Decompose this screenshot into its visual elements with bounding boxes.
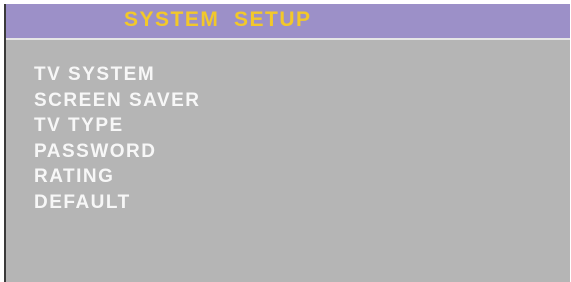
setup-menu-list: TV SYSTEM SCREEN SAVER TV TYPE PASSWORD … bbox=[34, 62, 201, 215]
menu-item-password[interactable]: PASSWORD bbox=[34, 139, 201, 165]
system-setup-panel: SYSTEM SETUP TV SYSTEM SCREEN SAVER TV T… bbox=[4, 4, 570, 282]
menu-item-screen-saver[interactable]: SCREEN SAVER bbox=[34, 88, 201, 114]
osd-screen: SYSTEM SETUP TV SYSTEM SCREEN SAVER TV T… bbox=[0, 0, 571, 282]
menu-item-tv-type[interactable]: TV TYPE bbox=[34, 113, 201, 139]
menu-item-rating[interactable]: RATING bbox=[34, 164, 201, 190]
menu-item-default[interactable]: DEFAULT bbox=[34, 190, 201, 216]
menu-header: SYSTEM SETUP bbox=[6, 4, 570, 40]
menu-title: SYSTEM SETUP bbox=[124, 8, 312, 31]
menu-item-tv-system[interactable]: TV SYSTEM bbox=[34, 62, 201, 88]
